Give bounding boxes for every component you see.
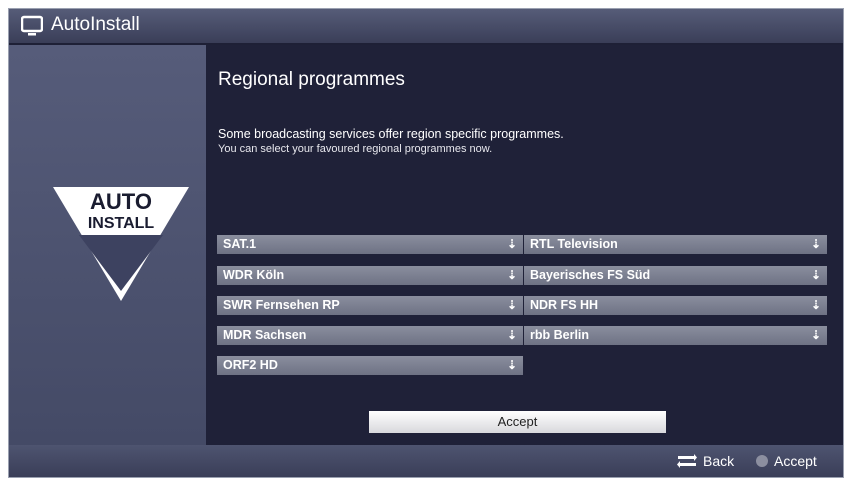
main-panel: Regional programmes Some broadcasting se… — [206, 45, 843, 445]
logo-text-auto: AUTO — [90, 189, 152, 214]
dropdown-arrow-icon: ⇣ — [506, 268, 517, 282]
dropdown-arrow-icon: ⇣ — [810, 298, 821, 312]
region-select-ndr[interactable]: NDR FS HH ⇣ — [524, 296, 827, 315]
region-select-sat1[interactable]: SAT.1 ⇣ — [217, 235, 523, 254]
region-select-value: RTL Television — [530, 237, 618, 251]
region-select-rtl[interactable]: RTL Television ⇣ — [524, 235, 827, 254]
region-select-br[interactable]: Bayerisches FS Süd ⇣ — [524, 266, 827, 285]
region-select-mdr[interactable]: MDR Sachsen ⇣ — [217, 326, 523, 345]
back-icon — [677, 454, 697, 468]
region-select-value: NDR FS HH — [530, 298, 599, 312]
logo-text-install: INSTALL — [88, 215, 155, 232]
region-select-value: SWR Fernsehen RP — [223, 298, 340, 312]
dropdown-arrow-icon: ⇣ — [506, 328, 517, 342]
autoinstall-logo: AUTO INSTALL — [53, 187, 189, 301]
footer-bar: Back Accept — [9, 445, 843, 477]
description-line-1: Some broadcasting services offer region … — [218, 127, 564, 141]
accept-button[interactable]: Accept — [369, 411, 666, 433]
title-bar: AutoInstall — [9, 9, 843, 43]
window-title: AutoInstall — [51, 14, 140, 35]
left-panel: AUTO INSTALL — [9, 45, 206, 445]
footer-accept-label[interactable]: Accept — [774, 453, 817, 469]
description-line-2: You can select your favoured regional pr… — [218, 143, 493, 155]
dropdown-arrow-icon: ⇣ — [810, 268, 821, 282]
tv-icon — [21, 15, 43, 36]
region-select-wdr[interactable]: WDR Köln ⇣ — [217, 266, 523, 285]
dropdown-arrow-icon: ⇣ — [810, 328, 821, 342]
region-select-value: WDR Köln — [223, 268, 285, 282]
dropdown-arrow-icon: ⇣ — [810, 237, 821, 251]
autoinstall-screen: AutoInstall AUTO INSTALL Regional progra… — [8, 8, 844, 478]
ok-button-icon — [756, 455, 768, 467]
region-select-value: MDR Sachsen — [223, 328, 307, 342]
dropdown-arrow-icon: ⇣ — [506, 237, 517, 251]
dropdown-arrow-icon: ⇣ — [506, 298, 517, 312]
region-select-value: Bayerisches FS Süd — [530, 268, 651, 282]
page-title: Regional programmes — [218, 69, 405, 90]
dropdown-arrow-icon: ⇣ — [506, 358, 517, 372]
region-select-value: ORF2 HD — [223, 358, 278, 372]
region-select-swr[interactable]: SWR Fernsehen RP ⇣ — [217, 296, 523, 315]
footer-back-label[interactable]: Back — [703, 453, 734, 469]
region-select-value: rbb Berlin — [530, 328, 590, 342]
region-select-value: SAT.1 — [223, 237, 257, 251]
region-select-orf[interactable]: ORF2 HD ⇣ — [217, 356, 523, 375]
region-select-rbb[interactable]: rbb Berlin ⇣ — [524, 326, 827, 345]
